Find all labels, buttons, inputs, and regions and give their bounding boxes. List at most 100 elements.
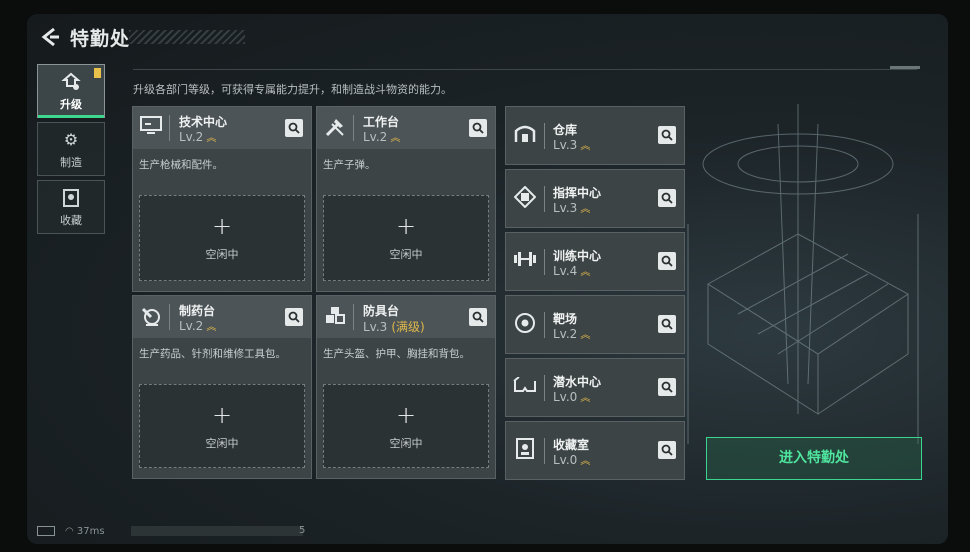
level-up-icon: ︽ [580,204,591,215]
search-icon[interactable] [658,315,676,333]
search-icon[interactable] [658,378,676,396]
warehouse-icon [512,123,538,149]
search-icon[interactable] [658,126,676,144]
level-up-icon: ︽ [206,133,217,144]
sidebar-item-upgrade[interactable]: 升级 [37,64,105,118]
ping-value: 37ms [76,526,105,537]
facility-card-tech-center[interactable]: 技术中心 Lv.2 ︽ 生产枪械和配件。 + 空闲中 [132,106,312,292]
sidebar-item-label: 制造 [60,156,82,169]
facility-name: 指挥中心 [553,186,602,200]
facility-card-training-center[interactable]: 训练中心 Lv.4 ︽ [505,232,685,291]
level-up-icon: ︽ [580,267,591,278]
level-up-icon: ︽ [580,330,591,341]
facility-name: 靶场 [553,312,578,326]
facility-card-warehouse[interactable]: 仓库 Lv.3 ︽ [505,106,685,165]
slot-status: 空闲中 [205,248,239,261]
facility-level: Lv.4 ︽ [553,264,591,278]
level-up-icon: ︽ [206,322,217,333]
facility-card-pharmacy[interactable]: 制药台 Lv.2 ︽ 生产药品、针剂和维修工具包。 + 空闲中 [132,295,312,479]
level-up-icon: ︽ [390,133,401,144]
facility-level: Lv.2 ︽ [179,130,217,144]
wifi-icon: ◠ [65,526,77,537]
card-header: 技术中心 Lv.2 ︽ [133,107,311,149]
facility-name: 训练中心 [553,249,602,263]
facility-card-workbench[interactable]: 工作台 Lv.2 ︽ 生产子弹。 + 空闲中 [316,106,496,292]
collection-icon [60,188,82,208]
card-divider [544,249,545,275]
training-center-icon [512,249,538,275]
search-icon[interactable] [285,308,303,326]
card-divider [544,312,545,338]
title-decoration [129,30,245,44]
collection-room-icon [512,438,538,464]
plus-icon: + [395,212,417,240]
facility-card-diving-center[interactable]: 潜水中心 Lv.0 ︽ [505,358,685,417]
tech-center-icon [139,116,163,140]
sidebar-item-collection[interactable]: 收藏 [37,180,105,234]
card-divider [169,115,170,141]
card-divider [353,304,354,330]
shooting-range-icon [512,312,538,338]
armor-bench-icon [323,305,347,329]
base-blueprint-art [687,104,919,444]
facility-level: Lv.2 ︽ [553,327,591,341]
facility-level: Lv.2 ︽ [179,319,217,333]
production-slot[interactable]: + 空闲中 [139,195,305,281]
facility-card-shooting-range[interactable]: 靶场 Lv.2 ︽ [505,295,685,354]
facility-level: Lv.2 ︽ [363,130,401,144]
production-slot[interactable]: + 空闲中 [323,384,489,468]
facility-name: 收藏室 [553,438,590,452]
facility-name: 仓库 [553,123,578,137]
status-bar: ◠ 37ms [37,526,105,537]
search-icon[interactable] [658,252,676,270]
level-up-icon: ︽ [580,456,591,467]
slot-status: 空闲中 [205,437,239,450]
facility-name: 制药台 [179,304,216,318]
enter-special-ops-button[interactable]: 进入特勤处 [706,437,922,480]
facility-description: 生产枪械和配件。 [139,159,223,171]
production-slot[interactable]: + 空闲中 [323,195,489,281]
sidebar-item-craft[interactable]: ⚙ 制造 [37,122,105,176]
search-icon[interactable] [469,308,487,326]
production-slot[interactable]: + 空闲中 [139,384,305,468]
special-ops-screen: 特勤处 升级各部门等级，可获得专属能力提升，和制造战斗物资的能力。 升级 ⚙ 制… [27,14,948,544]
plus-icon: + [395,401,417,429]
level-up-icon: ︽ [580,393,591,404]
level-up-icon: ︽ [580,141,591,152]
search-icon[interactable] [658,441,676,459]
card-divider [544,186,545,212]
battery-icon [37,526,55,536]
plus-icon: + [211,212,233,240]
diving-center-icon [512,375,538,401]
facility-description: 生产头盔、护甲、胸挂和背包。 [323,348,470,360]
card-divider [544,375,545,401]
search-icon[interactable] [469,119,487,137]
card-divider [544,123,545,149]
command-center-icon [512,185,538,212]
facility-card-armor-bench[interactable]: 防具台 Lv.3 (满级) 生产头盔、护甲、胸挂和背包。 + 空闲中 [316,295,496,479]
facility-name: 工作台 [363,115,400,129]
card-header: 制药台 Lv.2 ︽ [133,296,311,338]
facility-description: 生产子弹。 [323,159,376,171]
facility-level: Lv.3 ︽ [553,201,591,215]
facility-card-collection-room[interactable]: 收藏室 Lv.0 ︽ [505,421,685,480]
workbench-icon [323,116,347,140]
facility-name: 防具台 [363,304,400,318]
max-level-tag: (满级) [391,320,425,334]
card-divider [169,304,170,330]
sidebar-item-label: 收藏 [60,214,82,227]
plus-icon: + [211,401,233,429]
search-icon[interactable] [285,119,303,137]
slot-status: 空闲中 [389,437,423,450]
facility-card-command-center[interactable]: 指挥中心 Lv.3 ︽ [505,169,685,228]
card-divider [353,115,354,141]
bottom-progress-bar [131,526,303,536]
card-divider [544,438,545,464]
top-bar: 特勤处 [27,14,948,64]
facility-level: Lv.3 (满级) [363,320,425,334]
back-arrow-icon[interactable] [39,26,61,48]
hint-divider-mark [890,66,920,69]
notification-badge [94,68,101,78]
card-header: 防具台 Lv.3 (满级) [317,296,495,338]
search-icon[interactable] [658,189,676,207]
